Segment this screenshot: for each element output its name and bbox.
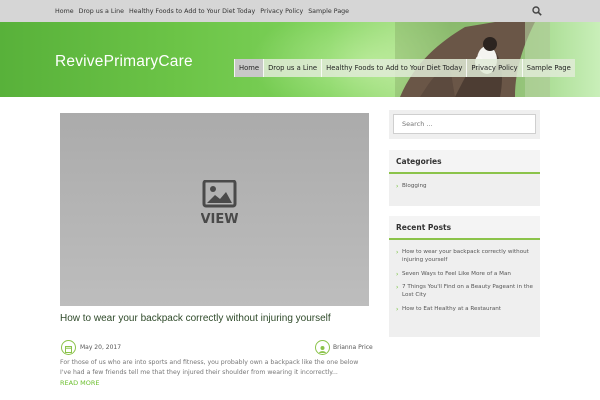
category-item[interactable]: › Blogging [396,183,534,191]
sidebar-search-input[interactable] [393,114,536,134]
nav-privacy-policy[interactable]: Privacy Policy [466,59,522,77]
chevron-right-icon: › [396,270,399,278]
top-nav-sample-page[interactable]: Sample Page [308,8,349,15]
recent-post-item[interactable]: › How to Eat Healthy at a Restaurant [396,306,534,314]
post-thumbnail[interactable]: VIEW [60,113,369,306]
chevron-right-icon: › [396,183,399,190]
search-widget [389,110,540,139]
recent-posts-widget: Recent Posts › How to wear your backpack … [389,216,540,337]
top-bar: Home Drop us a Line Healthy Foods to Add… [0,0,600,22]
nav-sample-page[interactable]: Sample Page [521,59,575,77]
recent-post-item[interactable]: › Seven Ways to Feel Like More of a Man [396,271,534,279]
recent-post-item[interactable]: › 7 Things You'll Find on a Beauty Pagean… [396,284,534,300]
main-navigation: Home Drop us a Line Healthy Foods to Add… [234,59,575,77]
view-label: VIEW [201,212,238,226]
top-navigation: Home Drop us a Line Healthy Foods to Add… [55,0,349,22]
site-header: RevivePrimaryCare Home Drop us a Line He… [0,22,600,97]
chevron-right-icon: › [396,284,399,292]
post-author[interactable]: Brianna Price [333,344,373,351]
site-title[interactable]: RevivePrimaryCare [55,53,193,71]
categories-list: › Blogging [389,174,540,191]
post-excerpt: For those of us who are into sports and … [60,359,359,376]
post-date[interactable]: May 20, 2017 [80,344,121,351]
post-title[interactable]: How to wear your backpack correctly with… [60,313,360,325]
top-nav-healthy-foods[interactable]: Healthy Foods to Add to Your Diet Today [129,8,255,15]
recent-posts-list: › How to wear your backpack correctly wit… [389,240,540,314]
top-nav-home[interactable]: Home [55,8,74,15]
read-more-link[interactable]: READ MORE [60,379,100,387]
recent-post-item[interactable]: › How to wear your backpack correctly wit… [396,249,534,265]
categories-title: Categories [389,150,540,174]
categories-widget: Categories › Blogging [389,150,540,206]
top-nav-privacy-policy[interactable]: Privacy Policy [260,8,303,15]
nav-healthy-foods[interactable]: Healthy Foods to Add to Your Diet Today [321,59,467,77]
top-nav-drop-us-a-line[interactable]: Drop us a Line [79,8,124,15]
calendar-icon [61,340,76,355]
view-image-icon: VIEW [201,180,238,226]
chevron-right-icon: › [396,305,399,313]
nav-drop-us-a-line[interactable]: Drop us a Line [263,59,322,77]
recent-posts-title: Recent Posts [389,216,540,240]
user-icon [315,340,330,355]
chevron-right-icon: › [396,249,399,256]
search-icon[interactable] [532,6,542,16]
nav-home[interactable]: Home [234,59,264,77]
